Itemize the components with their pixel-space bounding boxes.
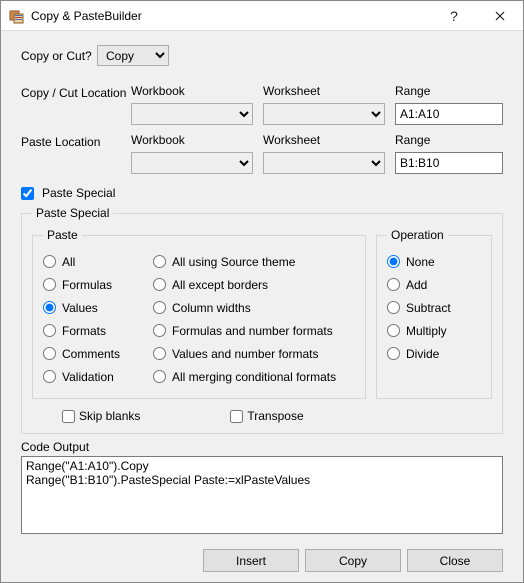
dialog-body: Copy or Cut? Copy Copy / Cut Location Wo… — [1, 31, 523, 582]
copy-workbook-label: Workbook — [131, 84, 253, 99]
paste-option-all-radio[interactable] — [43, 255, 56, 268]
operation-option-subtract-label: Subtract — [406, 301, 451, 315]
paste-option-column-widths-radio[interactable] — [153, 301, 166, 314]
paste-range-label: Range — [395, 133, 503, 148]
skip-blanks-label: Skip blanks — [79, 409, 140, 423]
paste-option-comments-radio[interactable] — [43, 347, 56, 360]
copy-or-cut-select[interactable]: Copy — [97, 45, 169, 66]
copy-location-section: Copy / Cut Location Workbook Worksheet R… — [21, 84, 503, 125]
help-button[interactable]: ? — [431, 1, 477, 31]
paste-option-formulas-and-number-formats-label: Formulas and number formats — [172, 324, 333, 338]
operation-option-add-label: Add — [406, 278, 427, 292]
operation-legend: Operation — [387, 228, 448, 242]
paste-location-section: Paste Location Workbook Worksheet Range — [21, 133, 503, 174]
operation-option-divide-label: Divide — [406, 347, 439, 361]
copy-worksheet-label: Worksheet — [263, 84, 385, 99]
operation-option-none-radio[interactable] — [387, 255, 400, 268]
close-window-button[interactable] — [477, 1, 523, 31]
window-title: Copy & PasteBuilder — [31, 9, 142, 23]
paste-option-all-except-borders: All except borders — [153, 273, 355, 296]
close-button[interactable]: Close — [407, 549, 503, 572]
copy-button[interactable]: Copy — [305, 549, 401, 572]
paste-option-formats: Formats — [43, 319, 153, 342]
app-icon — [9, 8, 25, 24]
paste-worksheet-select[interactable] — [263, 152, 385, 174]
paste-worksheet-label: Worksheet — [263, 133, 385, 148]
operation-fieldset: Operation None Add Subtract Multiply Divide — [376, 228, 492, 399]
paste-special-legend: Paste Special — [32, 206, 113, 220]
skip-blanks-checkbox[interactable] — [62, 410, 75, 423]
paste-option-formulas-radio[interactable] — [43, 278, 56, 291]
operation-option-add: Add — [387, 273, 481, 296]
titlebar: Copy & PasteBuilder ? — [1, 1, 523, 31]
operation-option-divide: Divide — [387, 342, 481, 365]
paste-workbook-select[interactable] — [131, 152, 253, 174]
operation-option-none-label: None — [406, 255, 435, 269]
operation-option-divide-radio[interactable] — [387, 347, 400, 360]
paste-special-fieldset: Paste Special Paste All Formulas Values For… — [21, 206, 503, 434]
paste-option-validation: Validation — [43, 365, 153, 388]
paste-option-formulas-label: Formulas — [62, 278, 112, 292]
paste-option-values-radio[interactable] — [43, 301, 56, 314]
paste-option-all-using-source-theme: All using Source theme — [153, 250, 355, 273]
operation-option-multiply: Multiply — [387, 319, 481, 342]
operation-option-subtract: Subtract — [387, 296, 481, 319]
paste-option-validation-radio[interactable] — [43, 370, 56, 383]
transpose-label: Transpose — [247, 409, 303, 423]
paste-option-formats-radio[interactable] — [43, 324, 56, 337]
paste-workbook-label: Workbook — [131, 133, 253, 148]
insert-button[interactable]: Insert — [203, 549, 299, 572]
paste-option-all-merging-conditional-formats-radio[interactable] — [153, 370, 166, 383]
paste-option-all-using-source-theme-radio[interactable] — [153, 255, 166, 268]
paste-option-formulas-and-number-formats-radio[interactable] — [153, 324, 166, 337]
code-output-textarea[interactable] — [21, 456, 503, 534]
copy-worksheet-select[interactable] — [263, 103, 385, 125]
paste-special-checkbox[interactable] — [21, 187, 34, 200]
operation-option-multiply-label: Multiply — [406, 324, 447, 338]
paste-option-validation-label: Validation — [62, 370, 114, 384]
paste-option-all-except-borders-label: All except borders — [172, 278, 268, 292]
copy-location-title: Copy / Cut Location — [21, 84, 131, 125]
operation-option-add-radio[interactable] — [387, 278, 400, 291]
paste-option-values-and-number-formats: Values and number formats — [153, 342, 355, 365]
dialog-window: Copy & PasteBuilder ? Copy or Cut? Copy … — [0, 0, 524, 583]
paste-option-all-merging-conditional-formats-label: All merging conditional formats — [172, 370, 336, 384]
paste-option-all-merging-conditional-formats: All merging conditional formats — [153, 365, 355, 388]
copy-or-cut-row: Copy or Cut? Copy — [21, 45, 503, 66]
paste-fieldset: Paste All Formulas Values Formats Comments Va… — [32, 228, 366, 399]
paste-option-formulas-and-number-formats: Formulas and number formats — [153, 319, 355, 342]
paste-option-column-widths-label: Column widths — [172, 301, 251, 315]
paste-location-title: Paste Location — [21, 133, 131, 174]
paste-option-column-widths: Column widths — [153, 296, 355, 319]
copy-range-input[interactable] — [395, 103, 503, 125]
paste-option-all: All — [43, 250, 153, 273]
paste-option-values: Values — [43, 296, 153, 319]
paste-option-all-except-borders-radio[interactable] — [153, 278, 166, 291]
paste-special-toggle-row: Paste Special — [21, 186, 503, 200]
copy-workbook-select[interactable] — [131, 103, 253, 125]
paste-option-formats-label: Formats — [62, 324, 106, 338]
paste-option-values-and-number-formats-radio[interactable] — [153, 347, 166, 360]
paste-option-comments-label: Comments — [62, 347, 120, 361]
paste-option-values-and-number-formats-label: Values and number formats — [172, 347, 319, 361]
dialog-button-row: Insert Copy Close — [21, 539, 503, 572]
paste-option-all-label: All — [62, 255, 75, 269]
paste-option-formulas: Formulas — [43, 273, 153, 296]
paste-range-input[interactable] — [395, 152, 503, 174]
operation-option-none: None — [387, 250, 481, 273]
copy-or-cut-label: Copy or Cut? — [21, 49, 97, 63]
copy-range-label: Range — [395, 84, 503, 99]
paste-legend: Paste — [43, 228, 82, 242]
paste-option-values-label: Values — [62, 301, 98, 315]
paste-special-checkbox-label: Paste Special — [42, 186, 115, 200]
transpose-checkbox[interactable] — [230, 410, 243, 423]
code-output-label: Code Output — [21, 440, 503, 454]
paste-option-all-using-source-theme-label: All using Source theme — [172, 255, 295, 269]
operation-option-multiply-radio[interactable] — [387, 324, 400, 337]
operation-option-subtract-radio[interactable] — [387, 301, 400, 314]
paste-option-comments: Comments — [43, 342, 153, 365]
